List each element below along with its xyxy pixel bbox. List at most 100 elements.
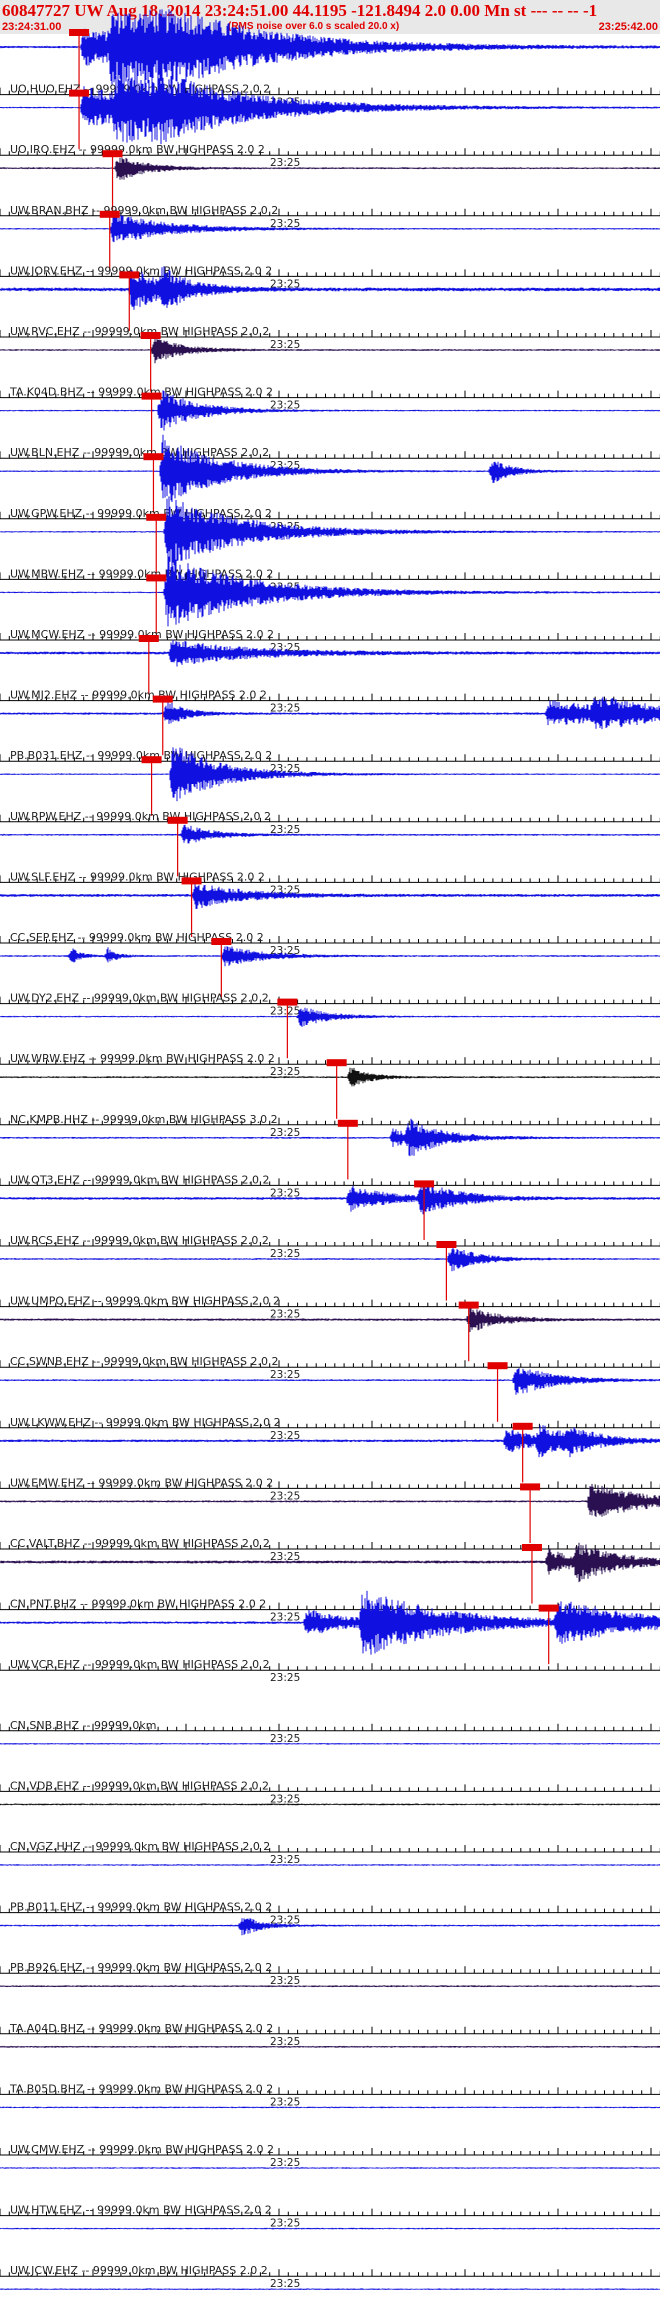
waveform-trace — [0, 1247, 660, 1272]
station-label: UW.OT3.EHZ -- 99999.0km BW HIGHPASS 2.0 … — [10, 1173, 270, 1186]
time-marker-label: 23:25 — [270, 1672, 300, 1684]
pick-marker — [69, 29, 90, 36]
waveform-trace — [0, 1305, 660, 1332]
pick-marker — [414, 1180, 435, 1188]
waveform-trace — [0, 1425, 660, 1458]
time-marker-label: 23:25 — [270, 2096, 300, 2108]
waveform-trace — [0, 696, 660, 730]
station-label: UW.UMPQ.EHZ -- 99999.0km BW HIGHPASS 2.0… — [10, 1295, 280, 1308]
pick-marker — [487, 1362, 508, 1370]
station-label: CN.PNT.BHZ -- 99999.0km BW HIGHPASS 2.0 … — [10, 1598, 266, 1611]
station-label: UW.BRAN.BHZ -- 99999.0km BW HIGHPASS 2.0… — [10, 204, 278, 217]
pick-marker — [141, 756, 162, 764]
pick-marker — [337, 1119, 358, 1127]
station-label: UW.VCR.EHZ -- 99999.0km BW HIGHPASS 2.0 … — [10, 1658, 270, 1671]
pick-marker — [211, 938, 232, 945]
waveform-trace — [0, 1368, 660, 1395]
station-label: CN.VDB.EHZ -- 99999.0km BW HIGHPASS 2.0 … — [10, 1779, 269, 1792]
waveform-trace — [0, 1864, 660, 1866]
waveform-trace — [0, 1007, 660, 1027]
station-label: CC.VALT.BHZ -- 99999.0km BW HIGHPASS 2.0… — [10, 1537, 270, 1550]
waveform-trace — [0, 2227, 660, 2230]
time-marker-label: 23:25 — [270, 1369, 300, 1381]
pick-marker — [167, 816, 188, 824]
time-marker-label: 23:25 — [270, 2278, 300, 2290]
waveform-trace — [0, 434, 660, 502]
station-label: UW.JORV.EHZ -- 99999.0km BW HIGHPASS 2.0… — [10, 264, 272, 277]
pick-marker — [140, 332, 161, 339]
station-label: PB.B031.EHZ -- 99999.0km BW HIGHPASS 2.0… — [10, 749, 272, 762]
waveform-trace — [0, 1803, 660, 1806]
station-label: UW.DY2.EHZ -- 99999.0km BW HIGHPASS 2.0 … — [10, 992, 269, 1005]
station-label: UW.MBW.EHZ -- 99999.0km BW HIGHPASS 2.0 … — [10, 567, 273, 580]
time-marker-label: 23:25 — [270, 339, 300, 351]
station-label: CN.VGZ.HHZ -- 99999.0km BW HIGHPASS 2.0 … — [10, 1840, 270, 1853]
pick-marker — [138, 635, 159, 642]
pick-marker — [181, 877, 202, 885]
station-label: TA.A04D.BHZ -- 99999.0km BW HIGHPASS 2.0… — [9, 2022, 273, 2035]
waveform-trace — [0, 2288, 660, 2290]
station-label: CN.SNB.BHZ -- 99999.0km — [10, 1719, 157, 1732]
time-marker-label: 23:25 — [270, 1854, 300, 1866]
station-label: NC.KMPB.HHZ -- 99999.0km BW HIGHPASS 3.0… — [10, 1113, 278, 1126]
pick-marker — [152, 695, 173, 703]
waveform-trace — [0, 2045, 660, 2048]
time-marker-label: 23:25 — [270, 1490, 300, 1502]
waveform-trace — [0, 1918, 660, 1936]
station-label: UW.SLF.EHZ -- 99999.0km BW HIGHPASS 2.0 … — [10, 870, 265, 883]
waveform-trace — [0, 555, 660, 627]
pick-marker — [141, 392, 162, 400]
time-marker-label: 23:25 — [270, 2157, 300, 2169]
waveform-trace — [0, 2167, 660, 2169]
time-marker-label: 23:25 — [270, 1006, 300, 1018]
station-label: TA.K04D.BHZ -- 99999.0km BW HIGHPASS 2.0… — [9, 386, 273, 399]
station-label: UW.LKWW.EHZ -- 99999.0km BW HIGHPASS 2.0… — [10, 1416, 281, 1429]
station-label: PB.B926.EHZ -- 99999.0km BW HIGHPASS 2.0… — [10, 1961, 272, 1974]
waveform-trace — [0, 1985, 660, 1988]
station-label: CC.SWNB.EHZ -- 99999.0km BW HIGHPASS 2.0… — [10, 1355, 279, 1368]
waveform-trace — [0, 946, 660, 967]
time-marker-label: 23:25 — [270, 1248, 300, 1260]
pick-marker — [99, 210, 120, 218]
time-marker-label: 23:25 — [270, 1733, 300, 1745]
waveform-trace — [0, 824, 660, 844]
pick-marker — [146, 574, 167, 582]
waveform-trace — [0, 9, 660, 85]
pick-marker — [102, 150, 123, 158]
pick-marker — [69, 89, 90, 97]
pick-marker — [520, 1483, 541, 1491]
pick-marker — [119, 271, 140, 279]
station-label: UO.IRO.EHZ -- 99999.0km BW HIGHPASS 2.0 … — [10, 143, 265, 156]
station-label: TA.B05D.BHZ -- 99999.0km BW HIGHPASS 2.0… — [9, 2082, 273, 2095]
station-label: UW.HTW.EHZ -- 99999.0km BW HIGHPASS 2.0 … — [10, 2204, 272, 2217]
waveform-trace — [0, 639, 660, 667]
station-label: UW.WRW.EHZ -- 99999.0km BW HIGHPASS 2.0 … — [10, 1052, 275, 1065]
station-label: UW.JCW.EHZ -- 99999.0km BW HIGHPASS 2.0 … — [10, 2264, 268, 2277]
pick-marker — [512, 1422, 533, 1430]
station-label: UW.RPW.EHZ -- 99999.0km BW HIGHPASS 2.0 … — [10, 810, 271, 823]
pick-marker — [458, 1301, 479, 1309]
waveform-trace — [0, 1182, 660, 1215]
station-label: UW.EMW.EHZ -- 99999.0km BW HIGHPASS 2.0 … — [10, 1476, 273, 1489]
station-label: UW.MJ2.EHZ -- 99999.0km BW HIGHPASS 2.0 … — [10, 689, 267, 702]
station-label: UW.BLN.EHZ -- 99999.0km BW HIGHPASS 2.0 … — [10, 446, 269, 459]
pick-marker — [521, 1544, 542, 1551]
pick-marker — [143, 453, 164, 461]
waveform-trace — [0, 1067, 660, 1087]
waveform-trace — [0, 337, 660, 364]
pick-marker — [326, 1059, 347, 1067]
waveform-trace — [0, 157, 660, 180]
station-label: UW.RCS.EHZ -- 99999.0km BW HIGHPASS 2.0 … — [10, 1234, 269, 1247]
station-label: UW.CMW.EHZ -- 99999.0km BW HIGHPASS 2.0 … — [10, 2143, 274, 2156]
station-label: UW.GPW.EHZ -- 99999.0km BW HIGHPASS 2.0 … — [10, 507, 272, 520]
waveform-trace — [0, 213, 660, 243]
pick-marker — [277, 998, 298, 1006]
time-marker-label: 23:25 — [270, 1975, 300, 1987]
station-label: UW.RVC.EHZ -- 99999.0km BW HIGHPASS 2.0 … — [10, 325, 269, 338]
pick-marker — [538, 1604, 559, 1612]
time-marker-label: 23:25 — [270, 157, 300, 169]
station-label: PB.B011.EHZ -- 99999.0km BW HIGHPASS 2.0… — [10, 1901, 272, 1914]
pick-marker — [436, 1241, 457, 1248]
waveform-trace — [0, 1743, 660, 1745]
waveform-trace — [0, 882, 660, 909]
